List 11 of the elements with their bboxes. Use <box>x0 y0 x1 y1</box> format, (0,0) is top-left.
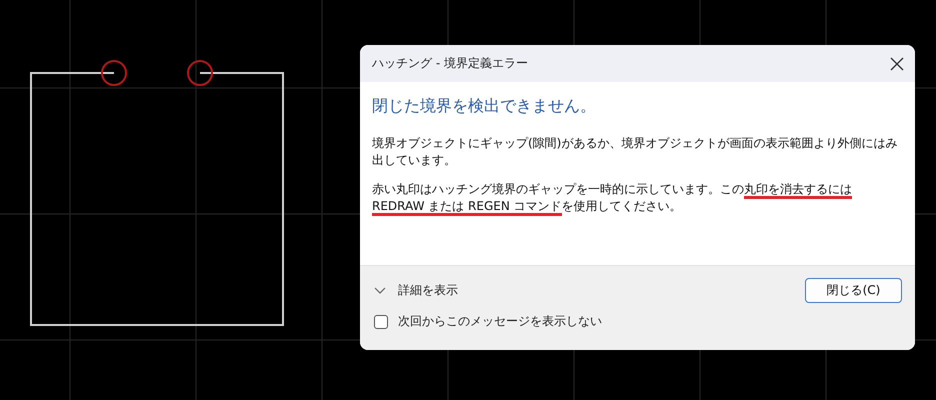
message-text: 赤い丸印はハッチング境界のギャップを一時的に示しています。この丸印を消去するには REDRAW または REGEN コマンド を使用してください。 <box>372 181 903 215</box>
window-title: ハッチング - 境界定義エラー <box>372 55 528 72</box>
message-text: 境界オブジェクトにギャップ(隙間)があるか、境界オブジェクトが画面の表示範囲より外側にはみ出しています。 <box>372 135 898 169</box>
close-button[interactable]: 閉じる(C) <box>805 278 902 303</box>
error-heading: 閉じた境界を検出できません。 <box>372 96 597 117</box>
gap-marker <box>187 60 213 86</box>
details-toggle[interactable]: 詳細を表示 <box>374 282 805 299</box>
close-icon[interactable] <box>889 56 905 72</box>
checkbox-label: 次回からこのメッセージを表示しない <box>398 313 602 330</box>
gap-marker <box>101 60 127 86</box>
checkbox[interactable] <box>374 314 388 328</box>
